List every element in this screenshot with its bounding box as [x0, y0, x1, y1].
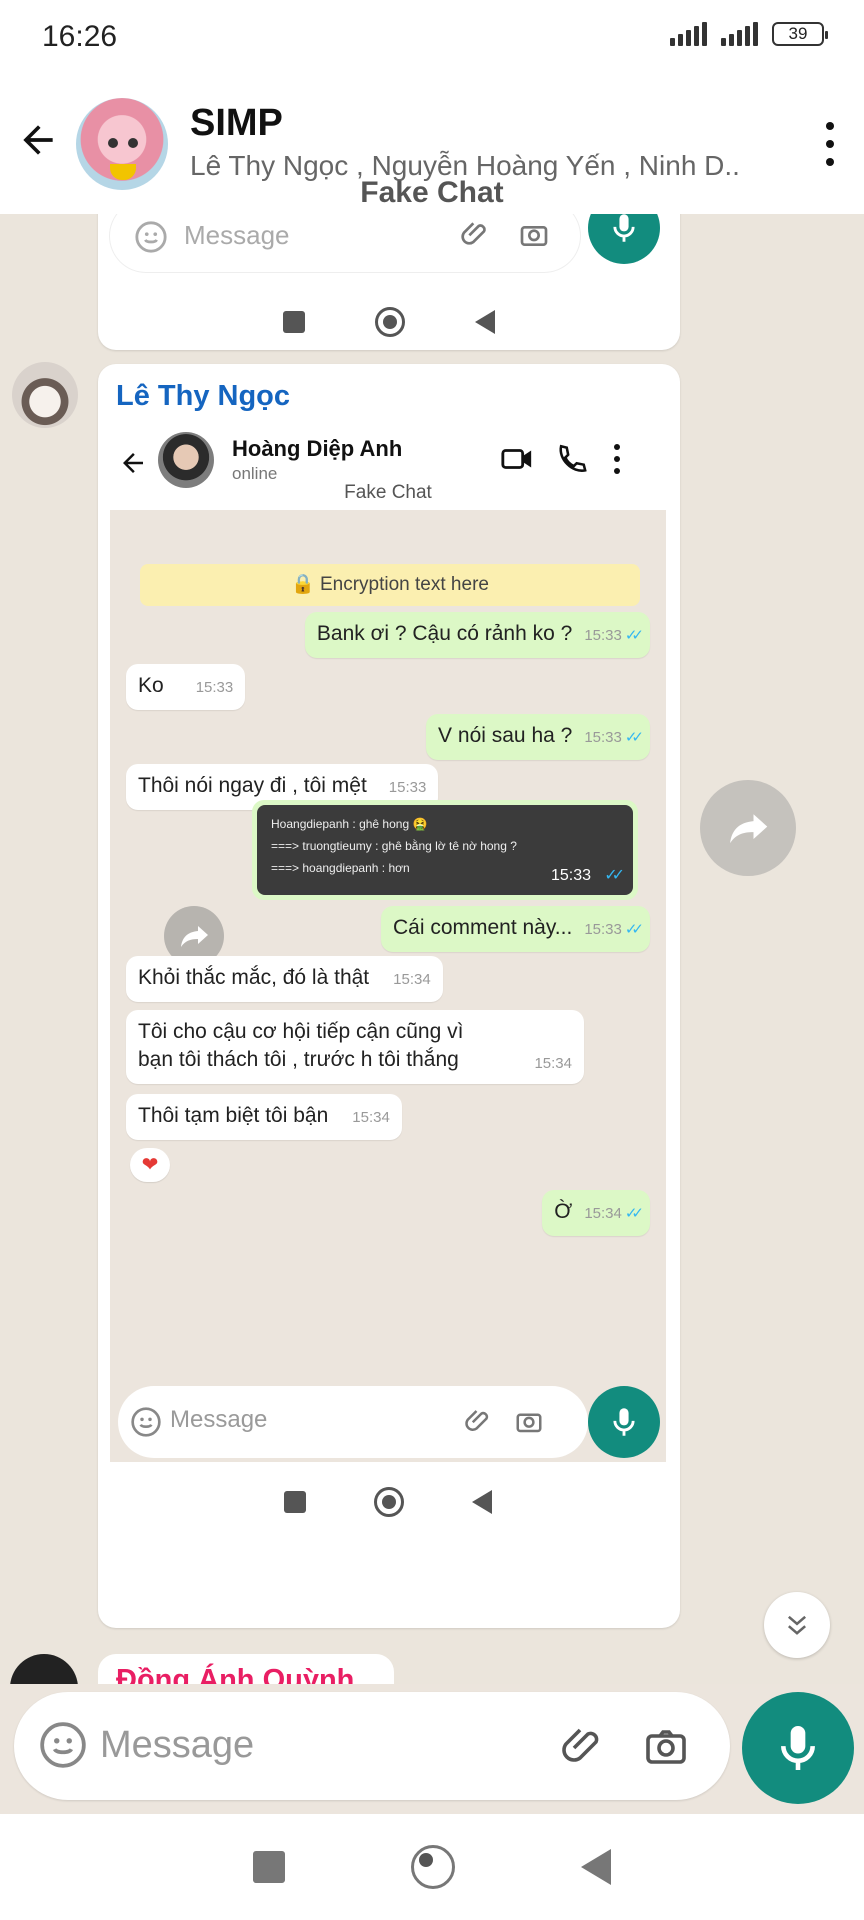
home-icon	[374, 1487, 404, 1517]
sender-avatar[interactable]	[12, 362, 78, 428]
incoming-message: Khỏi thắc mắc, đó là thật 15:34	[126, 956, 443, 1002]
mic-icon	[613, 214, 635, 242]
read-ticks-icon: ✓✓	[624, 921, 644, 938]
back-arrow-icon[interactable]	[16, 118, 60, 162]
recents-icon	[284, 1491, 306, 1513]
outgoing-message: V nói sau ha ? 15:33 ✓✓	[426, 714, 650, 760]
mic-button	[588, 214, 660, 264]
back-triangle-icon[interactable]	[581, 1849, 611, 1885]
message-input[interactable]: Message	[100, 1724, 254, 1767]
message-input-bar[interactable]: Message	[14, 1692, 730, 1800]
heart-reaction: ❤	[130, 1148, 170, 1182]
attach-icon	[465, 1410, 489, 1431]
screenshot-input-bar: Message	[110, 214, 580, 272]
forward-icon	[181, 926, 208, 947]
screenshot-nav-bar	[110, 1462, 666, 1542]
watermark: Fake Chat	[360, 176, 504, 209]
lock-icon: 🔒	[291, 574, 315, 595]
more-options-icon[interactable]	[822, 122, 838, 166]
home-icon	[375, 307, 405, 337]
back-arrow-icon	[123, 453, 143, 473]
incoming-message: Ko 15:33	[126, 664, 246, 710]
back-triangle-icon	[475, 310, 495, 334]
status-time: 16:26	[42, 20, 118, 53]
mic-icon	[781, 1726, 815, 1770]
message-placeholder: Message	[170, 1406, 268, 1433]
status-icons: 39	[670, 22, 828, 46]
contact-status: online	[232, 464, 278, 483]
recents-icon[interactable]	[253, 1851, 285, 1883]
mic-button[interactable]	[742, 1692, 854, 1804]
image-message-card[interactable]: Message	[98, 214, 680, 350]
double-chevron-down-icon	[787, 1615, 807, 1635]
signal-icon	[721, 22, 758, 46]
screenshot-input-bar: Message	[118, 1386, 588, 1458]
screenshot-image[interactable]: Hoàng Diệp Anh online Fake Chat 🔒 Encryp…	[110, 424, 666, 1548]
emoji-icon	[131, 1407, 161, 1437]
read-ticks-icon: ✓✓	[624, 627, 644, 644]
message-placeholder: Message	[184, 220, 290, 250]
screenshot-header: Hoàng Diệp Anh online Fake Chat	[110, 424, 666, 510]
mic-button	[588, 1386, 660, 1458]
contact-avatar	[158, 432, 214, 488]
status-bar: 16:26 39	[0, 0, 864, 72]
sender-avatar[interactable]	[10, 1654, 78, 1684]
more-options-icon	[614, 444, 622, 474]
image-message-card[interactable]: Lê Thy Ngọc Hoàng Diệp Anh online Fake C…	[98, 364, 680, 1628]
watermark: Fake Chat	[344, 482, 432, 503]
encryption-banner: 🔒 Encryption text here	[140, 564, 640, 606]
outgoing-message: Cái comment này... 15:33 ✓✓	[380, 906, 650, 952]
group-title[interactable]: SIMP	[190, 102, 283, 145]
scroll-to-bottom-button[interactable]	[764, 1592, 830, 1658]
sender-name[interactable]: Đồng Ánh Quỳnh	[116, 1664, 354, 1684]
nav-buttons	[0, 1814, 864, 1920]
camera-icon[interactable]	[642, 1722, 690, 1770]
contact-name: Hoàng Diệp Anh	[232, 436, 403, 461]
back-triangle-icon	[472, 1490, 492, 1514]
camera-icon	[520, 226, 548, 246]
emoji-icon	[135, 221, 167, 253]
sender-name[interactable]: Lê Thy Ngọc	[116, 380, 290, 413]
read-ticks-icon: ✓✓	[604, 867, 625, 884]
next-message-card[interactable]: Đồng Ánh Quỳnh	[98, 1654, 394, 1684]
video-call-icon	[501, 449, 532, 469]
forward-button[interactable]	[700, 780, 796, 876]
signal-icon	[670, 22, 707, 46]
screenshot-chat: 🔒 Encryption text here Bank ơi ? Cậu có …	[110, 510, 666, 1462]
forward-icon	[730, 814, 768, 844]
outgoing-message: Bank ơi ? Cậu có rảnh ko ? 15:33 ✓✓	[304, 612, 650, 658]
incoming-message: Thôi tạm biệt tôi bận 15:34	[126, 1094, 402, 1140]
read-ticks-icon: ✓✓	[624, 729, 644, 746]
read-ticks-icon: ✓✓	[624, 1205, 644, 1222]
comment-screenshot: Hoangdiepanh : ghê hong 🤮 ===> truongtie…	[257, 805, 633, 895]
recents-icon	[283, 311, 305, 333]
image-message: Hoangdiepanh : ghê hong 🤮 ===> truongtie…	[252, 800, 638, 900]
home-icon[interactable]	[411, 1845, 455, 1889]
attach-icon[interactable]	[560, 1722, 608, 1770]
attach-icon	[461, 222, 486, 245]
incoming-message: Tôi cho cậu cơ hội tiếp cận cũng vì bạn …	[126, 1010, 584, 1084]
mic-icon	[613, 1408, 635, 1436]
screenshot-nav-bar	[98, 292, 680, 352]
system-nav-bar	[0, 1814, 864, 1920]
outgoing-message: Ờ 15:34 ✓✓	[542, 1190, 650, 1236]
phone-icon	[559, 444, 587, 472]
emoji-icon[interactable]	[38, 1720, 88, 1770]
camera-icon	[516, 1413, 542, 1433]
battery-icon: 39	[772, 22, 828, 46]
chat-area[interactable]: Message Lê Thy Ngọc Hoàng Diệp Anh onlin…	[0, 214, 864, 1684]
